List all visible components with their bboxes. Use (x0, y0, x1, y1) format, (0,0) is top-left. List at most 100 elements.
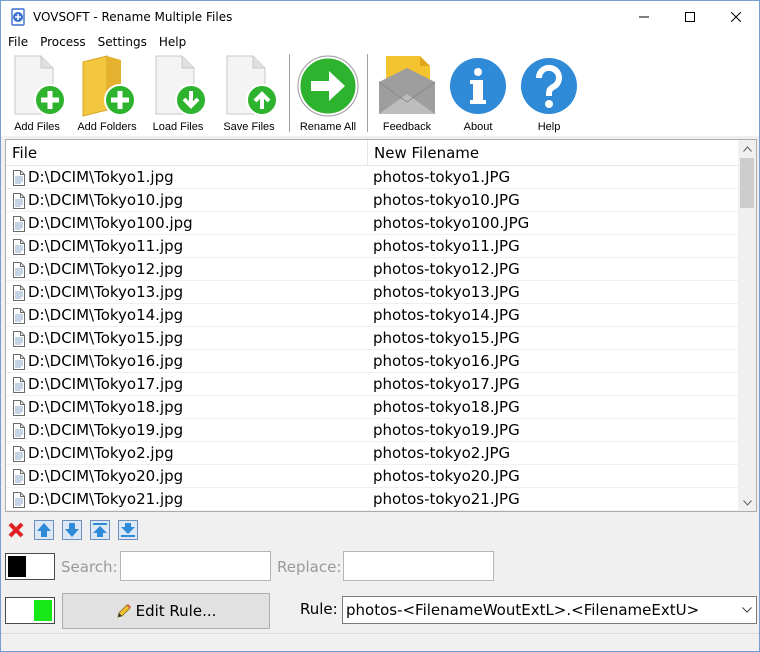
move-top-button[interactable] (90, 520, 110, 540)
list-header: File New Filename (6, 140, 738, 166)
file-cell: D:\DCIM\Tokyo20.jpg (12, 465, 183, 488)
search-input[interactable] (120, 551, 271, 581)
help-label: Help (537, 121, 561, 133)
move-down-button[interactable] (62, 520, 82, 540)
pencil-icon (117, 604, 131, 618)
app-icon (11, 7, 25, 26)
vertical-scrollbar[interactable] (738, 140, 756, 511)
new-filename-cell: photos-tokyo13.JPG (373, 283, 520, 301)
toolbar-separator (289, 54, 290, 132)
table-row[interactable]: D:\DCIM\Tokyo20.jpg photos-tokyo20.JPG (6, 465, 738, 488)
menu-settings[interactable]: Settings (92, 32, 153, 52)
minimize-button[interactable] (621, 1, 667, 32)
document-icon (13, 307, 25, 324)
table-row[interactable]: D:\DCIM\Tokyo21.jpg photos-tokyo21.JPG (6, 488, 738, 511)
app-window: VOVSOFT - Rename Multiple Files File Pro… (0, 0, 760, 652)
toolbar: Add Files Add Folders Load Files Save Fi… (1, 52, 759, 136)
load-files-button[interactable]: Load Files (145, 54, 211, 134)
save-file-icon (226, 55, 278, 116)
help-button[interactable]: Help (516, 54, 582, 134)
table-row[interactable]: D:\DCIM\Tokyo100.jpg photos-tokyo100.JPG (6, 212, 738, 235)
about-label: About (463, 121, 493, 133)
table-row[interactable]: D:\DCIM\Tokyo18.jpg photos-tokyo18.JPG (6, 396, 738, 419)
new-filename-cell: photos-tokyo10.JPG (373, 191, 520, 209)
add-folder-icon (82, 55, 136, 117)
question-icon (521, 58, 577, 114)
title-bar: VOVSOFT - Rename Multiple Files (1, 1, 759, 32)
toggle-knob (34, 600, 52, 621)
file-cell: D:\DCIM\Tokyo14.jpg (12, 304, 183, 327)
dropdown-arrow[interactable] (742, 597, 752, 623)
new-filename-cell: photos-tokyo14.JPG (373, 306, 520, 324)
rule-dropdown[interactable]: photos-<FilenameWoutExtL>.<FilenameExtU> (342, 596, 757, 624)
document-icon (13, 376, 25, 393)
rename-all-button[interactable]: Rename All (295, 54, 361, 134)
scroll-down-button[interactable] (738, 494, 756, 511)
document-icon (13, 445, 25, 462)
add-files-button[interactable]: Add Files (4, 54, 70, 134)
maximize-button[interactable] (667, 1, 713, 32)
table-row[interactable]: D:\DCIM\Tokyo11.jpg photos-tokyo11.JPG (6, 235, 738, 258)
table-row[interactable]: D:\DCIM\Tokyo1.jpg photos-tokyo1.JPG (6, 166, 738, 189)
envelope-icon (378, 56, 436, 114)
move-bottom-button[interactable] (118, 520, 138, 540)
new-filename-cell: photos-tokyo16.JPG (373, 352, 520, 370)
file-cell: D:\DCIM\Tokyo2.jpg (12, 442, 174, 465)
table-row[interactable]: D:\DCIM\Tokyo12.jpg photos-tokyo12.JPG (6, 258, 738, 281)
column-header-file[interactable]: File (6, 140, 37, 166)
edit-rule-button[interactable]: Edit Rule... (62, 593, 270, 629)
add-file-icon (14, 55, 66, 116)
file-list[interactable]: File New Filename D:\DCIM\Tokyo1.jpg phot… (5, 139, 757, 512)
arrow-down-icon (62, 520, 82, 540)
scroll-thumb[interactable] (740, 158, 754, 208)
file-path: D:\DCIM\Tokyo17.jpg (28, 375, 184, 393)
about-button[interactable]: About (445, 54, 511, 134)
file-cell: D:\DCIM\Tokyo17.jpg (12, 373, 183, 396)
replace-label: Replace: (277, 558, 342, 576)
rule-toggle[interactable] (5, 597, 55, 624)
file-path: D:\DCIM\Tokyo12.jpg (28, 260, 184, 278)
menu-file[interactable]: File (1, 32, 34, 52)
table-row[interactable]: D:\DCIM\Tokyo10.jpg photos-tokyo10.JPG (6, 189, 738, 212)
minimize-icon (639, 16, 649, 17)
close-button[interactable] (713, 1, 759, 32)
remove-button[interactable] (6, 520, 26, 540)
add-folders-label: Add Folders (77, 121, 137, 133)
table-row[interactable]: D:\DCIM\Tokyo14.jpg photos-tokyo14.JPG (6, 304, 738, 327)
document-icon (13, 192, 25, 209)
table-row[interactable]: D:\DCIM\Tokyo16.jpg photos-tokyo16.JPG (6, 350, 738, 373)
file-cell: D:\DCIM\Tokyo1.jpg (12, 166, 174, 189)
file-path: D:\DCIM\Tokyo20.jpg (28, 467, 184, 485)
table-row[interactable]: D:\DCIM\Tokyo2.jpg photos-tokyo2.JPG (6, 442, 738, 465)
table-row[interactable]: D:\DCIM\Tokyo19.jpg photos-tokyo19.JPG (6, 419, 738, 442)
file-cell: D:\DCIM\Tokyo100.jpg (12, 212, 193, 235)
load-files-label: Load Files (152, 121, 204, 133)
search-replace-toggle[interactable] (5, 553, 55, 580)
maximize-icon (685, 11, 695, 22)
file-cell: D:\DCIM\Tokyo18.jpg (12, 396, 183, 419)
toggle-knob (8, 556, 26, 577)
menu-process[interactable]: Process (34, 32, 92, 52)
window-title: VOVSOFT - Rename Multiple Files (33, 9, 233, 24)
table-row[interactable]: D:\DCIM\Tokyo15.jpg photos-tokyo15.JPG (6, 327, 738, 350)
replace-input[interactable] (343, 551, 494, 581)
menu-help[interactable]: Help (153, 32, 192, 52)
document-icon (13, 468, 25, 485)
info-icon (450, 58, 506, 114)
file-path: D:\DCIM\Tokyo11.jpg (28, 237, 184, 255)
scroll-up-button[interactable] (738, 140, 756, 157)
table-row[interactable]: D:\DCIM\Tokyo13.jpg photos-tokyo13.JPG (6, 281, 738, 304)
move-up-button[interactable] (34, 520, 54, 540)
file-cell: D:\DCIM\Tokyo15.jpg (12, 327, 183, 350)
add-folders-button[interactable]: Add Folders (74, 54, 140, 134)
file-path: D:\DCIM\Tokyo19.jpg (28, 421, 184, 439)
column-header-new-filename[interactable]: New Filename (368, 140, 479, 166)
load-file-icon (155, 55, 207, 116)
feedback-button[interactable]: Feedback (374, 54, 440, 134)
add-files-label: Add Files (14, 121, 60, 133)
save-files-button[interactable]: Save Files (216, 54, 282, 134)
table-row[interactable]: D:\DCIM\Tokyo17.jpg photos-tokyo17.JPG (6, 373, 738, 396)
file-path: D:\DCIM\Tokyo16.jpg (28, 352, 184, 370)
document-icon (13, 284, 25, 301)
file-path: D:\DCIM\Tokyo14.jpg (28, 306, 184, 324)
